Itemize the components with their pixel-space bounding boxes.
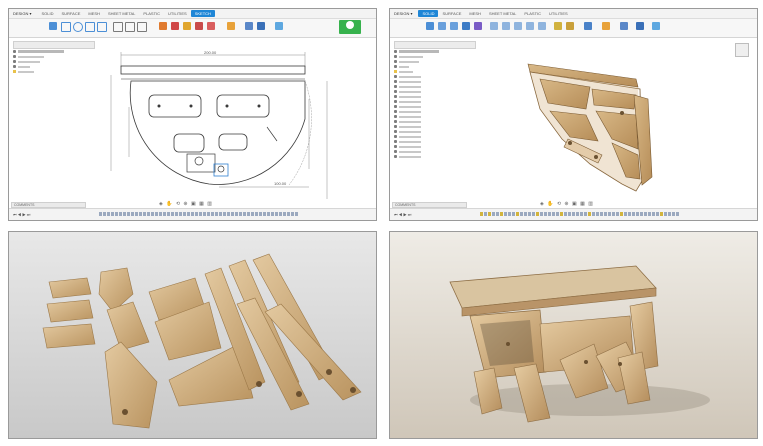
dimension-label[interactable]: 200.00: [204, 50, 216, 55]
timeline-bar: ⏮◀▶⏭: [390, 208, 757, 220]
sketch-view-panel: DESIGN ▾ SOLID SURFACE MESH SHEET METAL …: [8, 8, 377, 221]
parts-render-panel: [8, 231, 377, 439]
assembled-render-panel: [389, 231, 758, 439]
assembled-render-image: [390, 232, 757, 438]
navigation-bar[interactable]: ◈ ✋ ⟲ ⊕ ▣ ▦ ▥: [540, 201, 594, 207]
dimension-label[interactable]: 100.00: [274, 181, 286, 186]
timeline[interactable]: [480, 212, 717, 217]
sketch-canvas[interactable]: [9, 9, 377, 221]
navigation-bar[interactable]: ◈ ✋ ⟲ ⊕ ▣ ▦ ▥: [159, 201, 213, 207]
model-canvas[interactable]: [390, 9, 758, 221]
timeline-play-icon[interactable]: ⏮◀▶⏭: [13, 212, 31, 217]
model-view-panel: DESIGN ▾ SOLID SURFACE MESH SHEET METAL …: [389, 8, 758, 221]
timeline[interactable]: [99, 212, 336, 217]
parts-render-image: [9, 232, 376, 438]
timeline-bar: ⏮◀▶⏭: [9, 208, 376, 220]
timeline-play-icon[interactable]: ⏮◀▶⏭: [394, 212, 412, 217]
